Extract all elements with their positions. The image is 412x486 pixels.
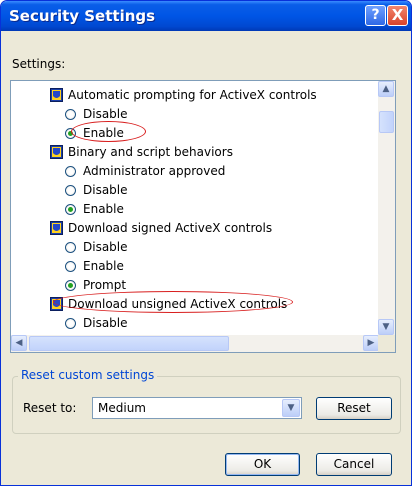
setting-label: Disable (83, 316, 128, 330)
setting-option[interactable]: Disable (65, 314, 128, 332)
radio-button[interactable] (65, 108, 76, 120)
scroll-up-button[interactable]: ▲ (378, 81, 394, 97)
setting-option[interactable]: Disable (65, 105, 128, 123)
reset-level-select[interactable]: Medium ▼ (92, 397, 302, 419)
setting-option[interactable]: Administrator approved (65, 162, 225, 180)
close-button[interactable]: X (387, 5, 408, 26)
vertical-scrollbar[interactable]: ▲ ▼ (378, 81, 395, 335)
setting-heading: Binary and script behaviors (50, 143, 233, 161)
radio-button[interactable] (65, 127, 76, 139)
title-bar[interactable]: Security Settings ? X (1, 1, 411, 31)
reset-level-value: Medium (98, 401, 146, 415)
setting-label: Automatic prompting for ActiveX controls (68, 88, 317, 102)
horizontal-scroll-thumb[interactable] (29, 336, 229, 351)
setting-label: Download signed ActiveX controls (68, 221, 273, 235)
vertical-scroll-thumb[interactable] (379, 111, 394, 133)
radio-button[interactable] (65, 184, 76, 196)
setting-label: Enable (83, 202, 124, 216)
setting-label: Download unsigned ActiveX controls (68, 297, 288, 311)
radio-button[interactable] (65, 241, 76, 253)
setting-heading: Download unsigned ActiveX controls (50, 295, 287, 313)
setting-icon (50, 145, 63, 159)
cancel-button[interactable]: Cancel (316, 453, 392, 476)
reset-to-label: Reset to: (23, 401, 77, 415)
settings-rows: Automatic prompting for ActiveX controls… (11, 81, 379, 335)
radio-button[interactable] (65, 260, 76, 272)
setting-label: Enable (83, 126, 124, 140)
setting-option[interactable]: Enable (65, 200, 124, 218)
setting-option[interactable]: Enable (65, 124, 124, 142)
setting-icon (50, 88, 63, 102)
setting-option[interactable]: Prompt (65, 276, 126, 294)
settings-label: Settings: (12, 57, 66, 71)
window-title: Security Settings (9, 7, 156, 25)
setting-icon (50, 221, 63, 235)
setting-label: Disable (83, 107, 128, 121)
setting-label: Disable (83, 183, 128, 197)
setting-heading: Download signed ActiveX controls (50, 219, 272, 237)
setting-label: Administrator approved (83, 164, 226, 178)
ok-button[interactable]: OK (225, 453, 300, 476)
scroll-down-button[interactable]: ▼ (378, 319, 394, 335)
radio-button[interactable] (65, 317, 76, 329)
setting-label: Disable (83, 240, 128, 254)
setting-option[interactable]: Disable (65, 181, 128, 199)
scroll-left-button[interactable]: ◀ (11, 335, 27, 351)
security-settings-dialog: Security Settings ? X Settings: Automati… (0, 0, 412, 486)
radio-button[interactable] (65, 279, 76, 291)
radio-button[interactable] (65, 165, 76, 177)
horizontal-scrollbar[interactable]: ◀ ▶ (11, 335, 379, 352)
setting-label: Enable (83, 259, 124, 273)
settings-list[interactable]: Automatic prompting for ActiveX controls… (10, 80, 396, 353)
scroll-corner (378, 335, 395, 352)
setting-label: Prompt (83, 278, 127, 292)
chevron-down-icon[interactable]: ▼ (282, 399, 300, 417)
setting-option[interactable]: Enable (65, 257, 124, 275)
reset-button[interactable]: Reset (316, 397, 392, 420)
setting-option[interactable]: Disable (65, 238, 128, 256)
setting-heading: Automatic prompting for ActiveX controls (50, 86, 317, 104)
setting-label: Binary and script behaviors (68, 145, 233, 159)
scroll-right-button[interactable]: ▶ (363, 335, 379, 351)
help-button[interactable]: ? (365, 5, 386, 26)
radio-button[interactable] (65, 203, 76, 215)
reset-group-title: Reset custom settings (18, 368, 158, 382)
setting-icon (50, 297, 63, 311)
